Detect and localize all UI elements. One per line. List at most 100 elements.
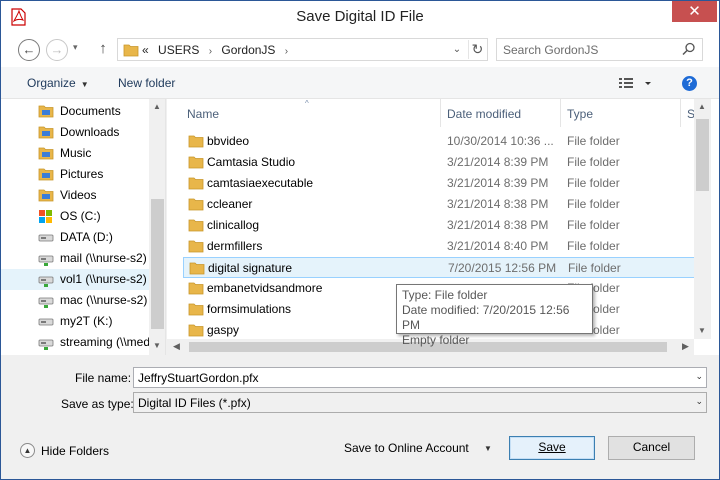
chevron-down-icon[interactable]: ⌄ — [695, 371, 703, 382]
search-icon[interactable] — [682, 42, 696, 56]
sidebar-item[interactable]: vol1 (\\nurse-s2) — [1, 269, 149, 290]
folder-icon — [38, 126, 54, 139]
file-list-vertical-scrollbar[interactable]: ▲ ▼ — [694, 99, 711, 339]
file-row[interactable]: digital signature 7/20/2015 12:56 PM File … — [183, 257, 695, 278]
save-as-type-select[interactable]: Digital ID Files (*.pfx) ⌄ — [133, 392, 707, 413]
search-input[interactable] — [503, 41, 678, 58]
sidebar-item[interactable]: streaming (\\med — [1, 332, 150, 353]
sidebar-item[interactable]: mac (\\nurse-s2) — [1, 290, 149, 311]
file-row[interactable]: Camtasia Studio 3/21/2014 8:39 PM File fol… — [183, 152, 695, 173]
file-list-scroll-thumb[interactable] — [696, 119, 709, 191]
nav-scroll-thumb[interactable] — [151, 199, 164, 329]
organize-button[interactable]: Organize ▼ — [27, 76, 89, 90]
file-name: ccleaner — [207, 197, 253, 211]
sidebar-item[interactable]: Videos — [1, 185, 149, 206]
music-folder-icon — [38, 146, 54, 162]
file-row[interactable]: dermfillers 3/21/2014 8:40 PM File folder — [183, 236, 695, 257]
breadcrumb-separator[interactable]: › — [285, 46, 288, 57]
breadcrumb-overflow[interactable]: « — [142, 43, 149, 57]
save-as-type-label-text: Save as type: — [61, 397, 134, 411]
close-button[interactable]: ✕ — [672, 1, 717, 22]
up-button[interactable]: ↑ — [95, 40, 111, 60]
back-button[interactable]: ← — [18, 39, 40, 61]
sidebar-item[interactable]: mail (\\nurse-s2) — [1, 248, 149, 269]
sidebar-item[interactable]: Pictures — [1, 164, 149, 185]
scroll-down-icon[interactable]: ▼ — [153, 341, 161, 350]
sidebar-item-label: mail (\\nurse-s2) — [60, 251, 147, 265]
sidebar-item[interactable]: Music — [1, 143, 149, 164]
help-icon[interactable]: ? — [682, 76, 697, 91]
sidebar-item[interactable]: OS (C:) — [1, 206, 149, 227]
chevron-down-icon[interactable]: ▼ — [484, 444, 492, 453]
hide-folders-label: Hide Folders — [41, 444, 110, 458]
drive-icon — [38, 230, 54, 246]
column-header-size[interactable]: Si — [681, 99, 698, 127]
sidebar-item[interactable]: my2T (K:) — [1, 311, 149, 332]
recent-locations-icon[interactable]: ▾ — [73, 42, 78, 53]
file-name: formsimulations — [207, 302, 292, 316]
downloads-folder-icon — [38, 125, 54, 141]
file-row[interactable]: bbvideo 10/30/2014 10:36 ... File folder — [183, 131, 695, 152]
sidebar-item-label: my2T (K:) — [60, 314, 113, 328]
file-name: gaspy — [207, 323, 240, 337]
file-name-label-text: File name: — [75, 371, 132, 385]
folder-icon — [38, 147, 54, 160]
sidebar-item-label: DATA (D:) — [60, 230, 113, 244]
save-dialog: Save Digital ID File ✕ ← → ▾ ↑ « USERS ›… — [0, 0, 720, 480]
scroll-left-icon[interactable]: ◀ — [173, 341, 180, 352]
breadcrumb-users[interactable]: USERS — [158, 43, 199, 57]
file-name-value[interactable]: JeffryStuartGordon.pfx — [138, 371, 259, 385]
scroll-right-icon[interactable]: ▶ — [682, 341, 689, 352]
column-type-label: Type — [567, 107, 594, 121]
folder-icon — [189, 261, 205, 275]
file-name-field[interactable]: JeffryStuartGordon.pfx ⌄ — [133, 367, 707, 388]
sidebar-item[interactable]: Documents — [1, 101, 149, 122]
sidebar-item-label: OS (C:) — [60, 209, 101, 223]
save-button[interactable]: Save — [509, 436, 595, 460]
file-name: clinicallog — [207, 218, 260, 232]
folder-icon — [123, 44, 139, 57]
scroll-up-icon[interactable]: ▲ — [698, 102, 706, 111]
file-name: embanetvidsandmore — [207, 281, 323, 295]
address-bar[interactable]: « USERS › GordonJS › ⌄ ↻ — [117, 38, 488, 61]
title-bar: Save Digital ID File ✕ — [1, 1, 719, 32]
breadcrumb-separator[interactable]: › — [209, 46, 212, 57]
hard-drive-icon — [38, 318, 54, 326]
nav-scrollbar[interactable]: ▲ ▼ — [149, 99, 165, 355]
address-dropdown-icon[interactable]: ⌄ — [449, 42, 465, 58]
file-row[interactable]: clinicallog 3/21/2014 8:38 PM File folder — [183, 215, 695, 236]
save-as-type-label: Save as type: — [61, 397, 134, 411]
folder-glyph-icon — [188, 219, 204, 232]
folder-icon — [188, 155, 204, 169]
folder-icon — [188, 218, 204, 232]
column-header-type[interactable]: Type — [561, 99, 681, 127]
column-header-date[interactable]: Date modified — [441, 99, 561, 127]
cancel-button[interactable]: Cancel — [608, 436, 695, 460]
documents-folder-icon — [38, 104, 54, 120]
scroll-down-icon[interactable]: ▼ — [698, 326, 706, 335]
file-type: File folder — [567, 239, 620, 253]
scroll-up-icon[interactable]: ▲ — [153, 102, 161, 111]
file-type: File folder — [567, 155, 620, 169]
drive-icon — [38, 314, 54, 330]
forward-button[interactable]: → — [46, 39, 68, 61]
search-box[interactable] — [496, 38, 703, 61]
file-row[interactable]: ccleaner 3/21/2014 8:38 PM File folder — [183, 194, 695, 215]
network-drive-icon — [38, 335, 54, 351]
save-to-online-account-button[interactable]: Save to Online Account — [344, 441, 469, 455]
chevron-down-icon[interactable]: ⌄ — [695, 396, 703, 407]
breadcrumb-gordonjs[interactable]: GordonJS — [221, 43, 275, 57]
refresh-icon[interactable]: ↻ — [468, 40, 486, 59]
column-header-name[interactable]: Name — [181, 99, 441, 127]
sidebar-item-label: Pictures — [60, 167, 104, 181]
save-button-label: Save — [538, 440, 566, 454]
new-folder-button[interactable]: New folder — [118, 76, 175, 90]
sidebar-item[interactable]: DATA (D:) — [1, 227, 149, 248]
change-view-button[interactable] — [618, 76, 658, 92]
sidebar-item[interactable]: Downloads — [1, 122, 149, 143]
file-row[interactable]: camtasiaexecutable 3/21/2014 8:39 PM File … — [183, 173, 695, 194]
organize-label: Organize — [27, 76, 76, 90]
hard-drive-icon — [38, 234, 54, 242]
folder-glyph-icon — [188, 135, 204, 148]
file-name: dermfillers — [207, 239, 263, 253]
